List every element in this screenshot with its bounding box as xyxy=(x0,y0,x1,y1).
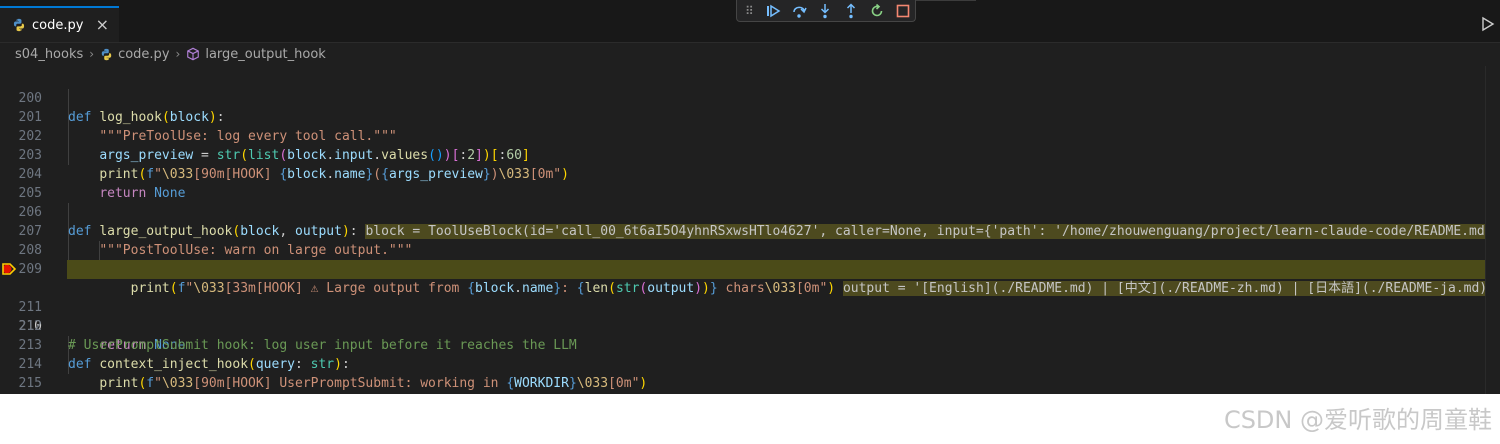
python-file-icon xyxy=(101,48,112,60)
step-out-icon[interactable] xyxy=(841,1,861,21)
breakpoint-current-icon[interactable] xyxy=(2,262,16,276)
tab-code-py[interactable]: code.py × xyxy=(0,6,119,42)
code-line[interactable]: 202 args_preview = str(list(block.input.… xyxy=(0,108,1500,163)
python-file-icon xyxy=(13,18,25,32)
run-file-icon[interactable] xyxy=(1480,16,1496,32)
breadcrumb: s04_hooks › code.py › large_output_hook xyxy=(0,43,1500,65)
code-line[interactable]: 216 xyxy=(0,374,1500,393)
code-line[interactable]: 207 """PostToolUse: warn on large output… xyxy=(0,203,1500,258)
code-line[interactable]: 208 if len(str(output)) > 100000: xyxy=(0,222,1500,277)
code-line[interactable]: 212 # UserPromptSubmit hook: log user in… xyxy=(0,298,1500,353)
code-line[interactable]: 215 return None xyxy=(0,355,1500,391)
code-line-current[interactable]: 210 return None xyxy=(0,260,1500,353)
vscode-window: code.py × ⠿ s04_hooks › code.py › large_… xyxy=(0,0,1500,394)
line-code: return None xyxy=(68,393,185,394)
step-into-icon[interactable] xyxy=(815,1,835,21)
chevron-right-icon: › xyxy=(175,47,181,61)
code-line[interactable]: 211 xyxy=(0,279,1500,315)
method-cube-icon xyxy=(187,47,200,61)
continue-icon[interactable] xyxy=(763,1,783,21)
editor-scrollbar[interactable] xyxy=(1485,66,1500,394)
tab-label: code.py xyxy=(32,17,84,33)
debug-toolbar: ⠿ xyxy=(736,0,916,22)
close-tab-icon[interactable]: × xyxy=(96,17,109,33)
code-line[interactable]: 201 """PreToolUse: log every tool call."… xyxy=(0,89,1500,144)
drag-handle-icon[interactable]: ⠿ xyxy=(745,4,757,18)
code-line[interactable]: 205 xyxy=(0,165,1500,201)
code-line[interactable]: 203 print(f"\033[90m[HOOK] {block.name}(… xyxy=(0,127,1500,182)
stop-icon[interactable] xyxy=(893,1,913,21)
code-line[interactable]: 204 return None xyxy=(0,146,1500,201)
code-line[interactable]: 213 def context_inject_hook(query: str): xyxy=(0,317,1500,372)
code-line[interactable]: 209 print(f"\033[33m[HOOK] ⚠ Large outpu… xyxy=(0,241,1500,296)
code-line[interactable]: 200 def log_hook(block): xyxy=(0,70,1500,125)
restart-icon[interactable] xyxy=(867,1,887,21)
code-line[interactable]: 214 print(f"\033[90m[HOOK] UserPromptSub… xyxy=(0,336,1500,391)
chevron-right-icon: › xyxy=(89,47,95,61)
breadcrumb-folder[interactable]: s04_hooks xyxy=(15,47,83,62)
step-over-icon[interactable] xyxy=(789,1,809,21)
watermark-text: CSDN @爱听歌的周童鞋 xyxy=(1223,406,1492,434)
code-editor[interactable]: 200 def log_hook(block): 201 """PreToolU… xyxy=(0,70,1500,394)
breadcrumb-symbol[interactable]: large_output_hook xyxy=(186,47,326,62)
breadcrumb-symbol-label: large_output_hook xyxy=(205,46,326,62)
line-number: 216 xyxy=(0,393,42,394)
code-line[interactable]: 206 def large_output_hook(block, output)… xyxy=(0,184,1500,239)
tab-bar: code.py × ⠿ xyxy=(0,0,1500,43)
breadcrumb-file-label: code.py xyxy=(118,46,170,62)
current-line-highlight xyxy=(67,260,1500,279)
breadcrumb-file[interactable]: code.py xyxy=(100,46,170,62)
